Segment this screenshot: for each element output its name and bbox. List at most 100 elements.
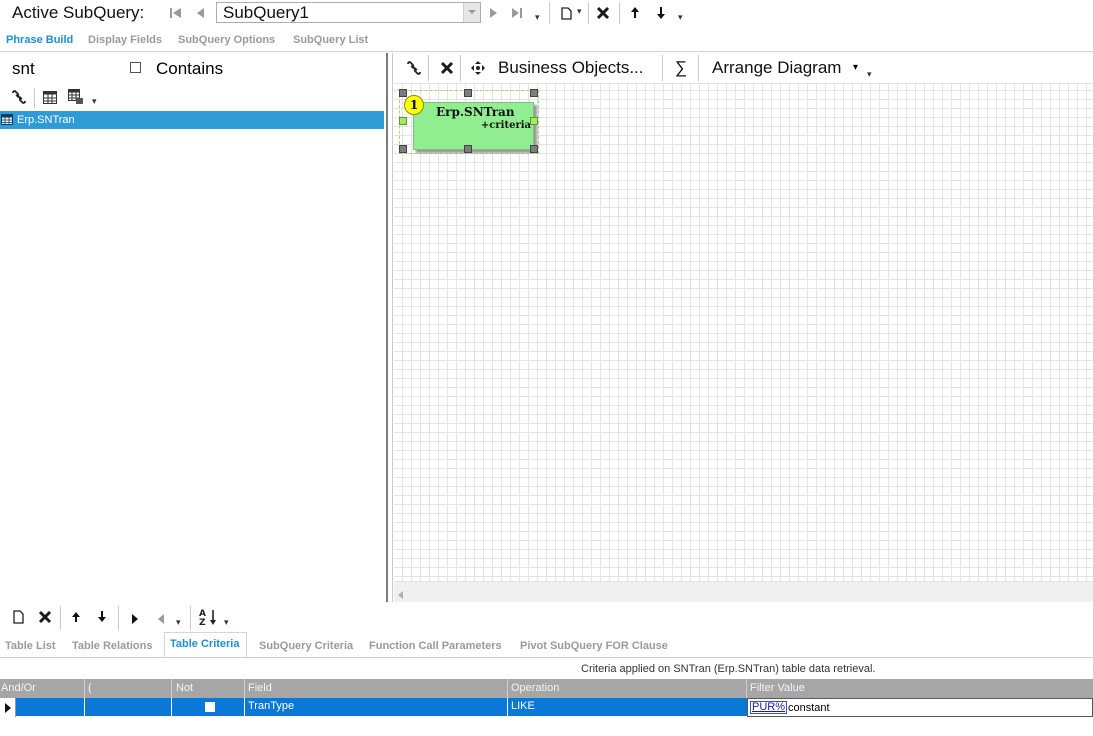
diagram-toolbar: Business Objects... ∑ Arrange Diagram ▾ …	[394, 53, 1093, 84]
column-header-not[interactable]: Not	[176, 682, 193, 694]
toolbar-separator	[698, 55, 699, 81]
move-up-button[interactable]	[625, 3, 645, 23]
tab-divider	[0, 657, 1093, 658]
table-row[interactable]: TranType LIKE PUR% constant	[0, 698, 1093, 717]
sort-icon[interactable]: AZ	[199, 608, 219, 628]
column-separator	[507, 679, 508, 698]
column-header-and-or[interactable]: And/Or	[1, 682, 36, 694]
aggregate-button[interactable]: ∑	[675, 58, 687, 78]
cell-filter-value[interactable]: PUR% constant	[747, 698, 1093, 717]
tab-subquery-list[interactable]: SubQuery List	[293, 34, 368, 46]
scroll-left-icon[interactable]	[397, 587, 405, 605]
toolbar-separator	[60, 606, 61, 630]
arrange-diagram-button[interactable]: Arrange Diagram	[712, 58, 841, 78]
resize-handle[interactable]	[399, 117, 407, 125]
last-record-button[interactable]	[507, 3, 527, 23]
indent-left-button[interactable]	[156, 612, 166, 630]
nav-overflow-icon[interactable]: ▾	[535, 12, 540, 23]
column-separator	[84, 679, 85, 698]
active-subquery-label: Active SubQuery:	[12, 3, 145, 22]
business-objects-button[interactable]: Business Objects...	[498, 58, 644, 78]
list-item[interactable]: Erp.SNTran	[0, 111, 384, 129]
table-icon	[1, 114, 13, 128]
svg-text:Z: Z	[199, 618, 206, 626]
cell-field[interactable]: TranType	[248, 700, 294, 712]
table-object-erp-sntran[interactable]: Erp.SNTran +criteria	[413, 102, 534, 150]
resize-handle[interactable]	[464, 89, 472, 97]
arrow-up-icon	[72, 612, 80, 622]
resize-handle[interactable]	[530, 117, 538, 125]
chevron-down-icon[interactable]: ▾	[853, 62, 858, 73]
contains-label: Contains	[156, 59, 224, 78]
diagram-horizontal-scrollbar[interactable]	[394, 581, 1093, 602]
indent-right-button[interactable]	[130, 612, 140, 630]
column-header-filter-value[interactable]: Filter Value	[750, 682, 805, 694]
delete-criteria-button[interactable]	[37, 609, 53, 630]
column-separator	[507, 698, 508, 717]
left-toolbar-overflow-icon[interactable]: ▾	[92, 96, 97, 107]
table-icon[interactable]	[43, 91, 57, 109]
criteria-grid-header: And/Or ( Not Field Operation Filter Valu…	[0, 679, 1093, 698]
arrow-up-icon	[631, 7, 639, 18]
new-dropdown-icon[interactable]: ▾	[577, 6, 582, 17]
move-icon[interactable]	[470, 60, 486, 81]
new-criteria-button[interactable]	[11, 609, 25, 630]
criteria-toolbar: ▾ AZ ▾	[0, 604, 1093, 632]
resize-handle[interactable]	[530, 89, 538, 97]
tab-table-criteria[interactable]: Table Criteria	[170, 638, 240, 650]
column-header-operation[interactable]: Operation	[511, 682, 559, 694]
resize-handle[interactable]	[399, 145, 407, 153]
cell-operation[interactable]: LIKE	[511, 700, 535, 712]
move-down-button[interactable]	[651, 3, 671, 23]
toolbar-separator	[190, 606, 191, 630]
first-icon	[170, 8, 181, 18]
filter-value-link[interactable]: PUR%	[750, 701, 788, 714]
sort-overflow-icon[interactable]: ▾	[224, 617, 229, 628]
move-down-button[interactable]	[96, 610, 108, 629]
delete-subquery-button[interactable]	[593, 3, 613, 23]
tab-table-list[interactable]: Table List	[5, 640, 56, 652]
list-item-label: Erp.SNTran	[17, 114, 75, 126]
table-list-panel	[0, 53, 386, 601]
first-record-button[interactable]	[166, 3, 186, 23]
row-indicator	[0, 698, 16, 717]
tab-subquery-criteria[interactable]: SubQuery Criteria	[259, 640, 353, 652]
contains-checkbox[interactable]	[130, 62, 141, 73]
column-header-field[interactable]: Field	[248, 682, 272, 694]
subquery-select[interactable]: SubQuery1	[216, 2, 481, 23]
column-header-open-paren[interactable]: (	[88, 682, 92, 694]
not-checkbox[interactable]	[205, 702, 215, 712]
chevron-down-icon[interactable]	[463, 3, 480, 22]
query-diagram-canvas[interactable]	[394, 84, 1093, 581]
column-separator	[171, 698, 172, 717]
previous-icon	[197, 8, 204, 18]
toolbar-overflow-icon[interactable]: ▾	[678, 12, 683, 23]
resize-handle[interactable]	[399, 89, 407, 97]
table-settings-icon[interactable]	[68, 89, 84, 110]
previous-record-button[interactable]	[190, 3, 210, 23]
tab-function-call-parameters[interactable]: Function Call Parameters	[369, 640, 502, 652]
tab-phrase-build[interactable]: Phrase Build	[6, 34, 73, 46]
diagram-toolbar-overflow-icon[interactable]: ▾	[867, 69, 872, 80]
indent-overflow-icon[interactable]: ▾	[176, 617, 181, 628]
toolbar-separator	[118, 606, 119, 630]
tab-display-fields[interactable]: Display Fields	[88, 34, 162, 46]
tab-table-relations[interactable]: Table Relations	[72, 640, 152, 652]
link-icon[interactable]	[405, 60, 423, 81]
tab-subquery-options[interactable]: SubQuery Options	[178, 34, 275, 46]
link-icon[interactable]	[10, 89, 28, 110]
vertical-splitter[interactable]	[386, 53, 393, 602]
next-record-button[interactable]	[484, 3, 504, 23]
resize-handle[interactable]	[464, 145, 472, 153]
new-subquery-button[interactable]	[556, 3, 576, 23]
move-up-button[interactable]	[70, 610, 82, 629]
delete-icon[interactable]	[439, 60, 455, 81]
column-separator	[244, 679, 245, 698]
tab-pivot-subquery-for-clause[interactable]: Pivot SubQuery FOR Clause	[520, 640, 668, 652]
resize-handle[interactable]	[530, 145, 538, 153]
close-icon	[38, 610, 52, 624]
new-document-icon	[13, 610, 24, 624]
subquery-select-value: SubQuery1	[223, 3, 309, 22]
arrow-down-icon	[657, 7, 665, 19]
table-search-input[interactable]: snt	[12, 59, 35, 79]
